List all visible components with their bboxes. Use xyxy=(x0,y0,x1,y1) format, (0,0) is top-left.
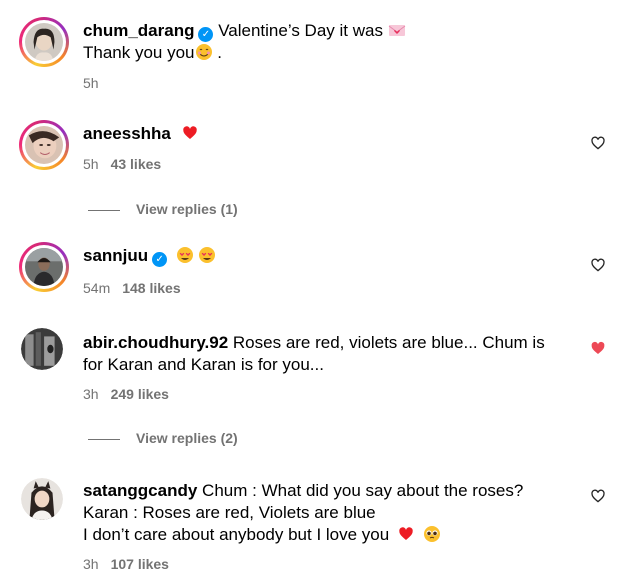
username[interactable]: satanggcandy xyxy=(83,481,197,500)
replies-divider xyxy=(88,209,120,211)
heart-icon[interactable] xyxy=(590,257,606,273)
heart-icon[interactable] xyxy=(590,135,606,151)
caption-text-line1: Valentine’s Day it was xyxy=(218,21,383,40)
heart-emoji xyxy=(399,527,413,540)
comment-text-line1: Chum : What did you say about the roses? xyxy=(202,481,524,500)
avatar[interactable] xyxy=(19,17,69,67)
comment-meta: 54m 148 likes xyxy=(83,280,181,296)
caption-text-line2: Thank you you xyxy=(83,43,195,62)
avatar[interactable] xyxy=(21,328,63,370)
comment-item: aneesshha 5h 43 likes View replies (1) xyxy=(0,117,621,217)
pleading-face-emoji xyxy=(423,526,440,542)
view-replies-button[interactable]: View replies (2) xyxy=(88,430,238,446)
comment-meta: 3h 249 likes xyxy=(83,386,169,402)
username[interactable]: abir.choudhury.92 xyxy=(83,333,228,352)
avatar[interactable] xyxy=(21,478,63,520)
comment-meta: 3h 107 likes xyxy=(83,556,169,572)
comment-text-line2: Karan : Roses are red, Violets are blue xyxy=(83,503,376,522)
username[interactable]: sannjuu xyxy=(83,246,148,265)
heart-emoji xyxy=(182,126,197,139)
comment-meta: 5h 43 likes xyxy=(83,156,161,172)
username[interactable]: chum_darang xyxy=(83,21,194,40)
profile-photo xyxy=(21,328,63,370)
love-letter-emoji xyxy=(388,25,405,36)
comment-time: 3h xyxy=(83,556,99,572)
view-replies-button[interactable]: View replies (1) xyxy=(88,201,238,217)
username[interactable]: aneesshha xyxy=(83,124,171,143)
avatar[interactable] xyxy=(19,120,69,170)
like-count[interactable]: 148 likes xyxy=(122,280,180,296)
profile-photo xyxy=(25,248,63,286)
smiling-face-emoji xyxy=(195,44,212,60)
caption-text-line2-suffix: . xyxy=(212,43,222,62)
like-count[interactable]: 107 likes xyxy=(111,556,169,572)
comment-time: 54m xyxy=(83,280,111,296)
comment-time: 3h xyxy=(83,386,99,402)
heart-icon-liked[interactable] xyxy=(590,340,606,356)
profile-photo xyxy=(25,126,63,164)
caption-time: 5h xyxy=(83,75,99,91)
comment-time: 5h xyxy=(83,156,99,172)
verified-badge-icon: ✓ xyxy=(198,27,214,42)
profile-photo xyxy=(21,478,63,520)
view-replies-label[interactable]: View replies (2) xyxy=(136,430,238,446)
view-replies-label[interactable]: View replies (1) xyxy=(136,201,238,217)
avatar[interactable] xyxy=(19,242,69,292)
heart-eyes-emoji xyxy=(198,247,215,263)
comment-item: sannjuu ✓ 54m 148 likes xyxy=(0,239,621,309)
replies-divider xyxy=(88,438,120,440)
heart-eyes-emoji xyxy=(176,247,193,263)
verified-badge-icon: ✓ xyxy=(152,252,168,267)
like-count[interactable]: 249 likes xyxy=(111,386,169,402)
comment-item: satanggcandy Chum : What did you say abo… xyxy=(0,478,621,572)
like-count[interactable]: 43 likes xyxy=(111,156,162,172)
comment-text-line3: I don’t care about anybody but I love yo… xyxy=(83,525,390,544)
comment-item: abir.choudhury.92 Roses are red, violets… xyxy=(0,326,621,456)
profile-photo xyxy=(25,23,63,61)
caption: chum_darang ✓ Valentine’s Day it was Than… xyxy=(0,14,621,94)
heart-icon[interactable] xyxy=(590,488,606,504)
